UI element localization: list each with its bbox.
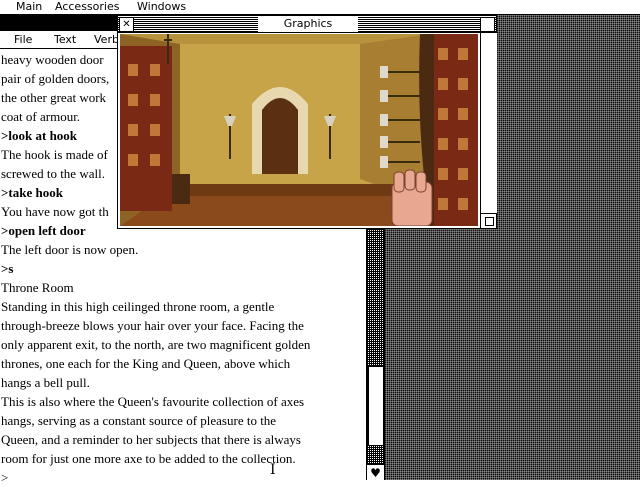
transcript-line: room for just one more axe to be added t… [1,451,296,466]
graphics-window: ✕ Graphics [117,15,497,229]
transcript-line: thrones, one each for the King and Queen… [1,356,291,371]
throne-room-picture [120,34,478,226]
menu-file[interactable]: File [14,32,32,48]
scroll-thumb[interactable] [368,366,384,446]
fullscreen-icon[interactable] [480,17,495,32]
menu-bar: Main Accessories Windows [0,0,640,15]
transcript-line: hangs, serving as a constant source of p… [1,413,277,428]
menu-text[interactable]: Text [54,32,76,48]
transcript-line: > [1,470,9,485]
text-cursor-icon: I [270,462,276,478]
graphics-scrollbar[interactable] [480,33,497,213]
resize-icon[interactable] [480,213,496,228]
command-line: >s [1,261,14,276]
scroll-down-icon[interactable]: ♥ [367,464,384,481]
close-icon[interactable]: ✕ [119,17,134,32]
transcript-line: only apparent exit, to the north, are tw… [1,337,311,352]
graphics-titlebar[interactable]: ✕ Graphics [118,16,496,33]
transcript-line: Queen, and a reminder to her subjects th… [1,432,301,447]
graphics-title: Graphics [258,16,358,32]
transcript-line: The left door is now open. [1,242,139,257]
transcript-line: hangs a bell pull. [1,375,90,390]
menu-windows[interactable]: Windows [137,0,186,14]
menu-verb[interactable]: Verb [94,32,119,48]
transcript-line: Throne Room [1,280,74,295]
transcript-line: through-breeze blows your hair over your… [1,318,304,333]
menu-main[interactable]: Main [16,0,42,14]
menu-accessories[interactable]: Accessories [55,0,119,14]
transcript-line: This is also where the Queen's favourite… [1,394,305,409]
scene-illustration [120,34,478,226]
transcript-line: Standing in this high ceilinged throne r… [1,299,275,314]
